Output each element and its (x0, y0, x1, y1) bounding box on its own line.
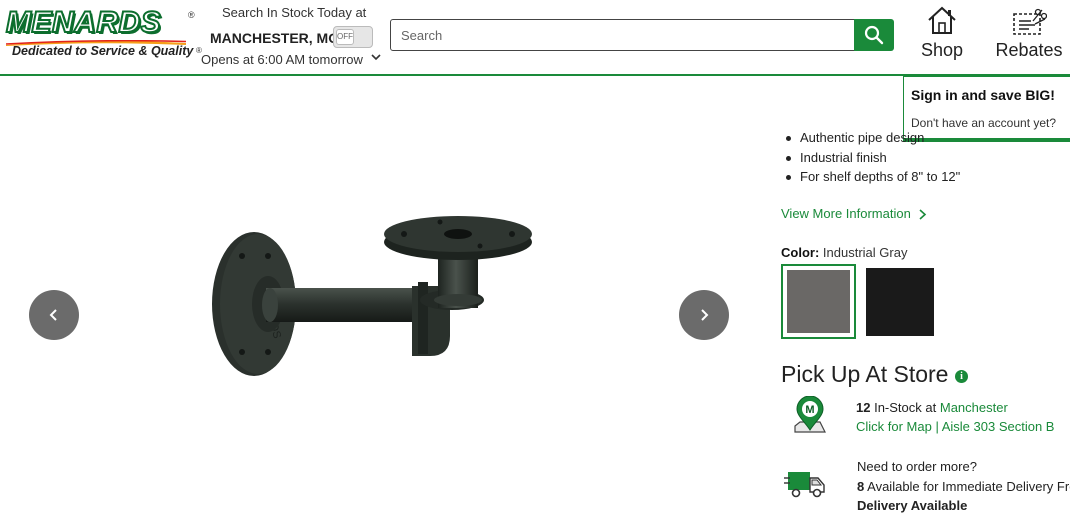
pickup-heading: Pick Up At Store (781, 361, 949, 387)
svg-text:M: M (805, 404, 814, 416)
in-stock-info: 12 In-Stock at Manchester (856, 400, 1008, 415)
toggle-state-label: OFF (336, 29, 354, 45)
delivery-available-label: Delivery Available (857, 498, 968, 513)
store-hours[interactable]: Opens at 6:00 AM tomorrow (201, 52, 363, 67)
store-selector-title: Search In Stock Today at (222, 5, 367, 20)
nav-rebates[interactable]: Rebates (994, 6, 1064, 66)
site-header: MENARDS ® Dedicated to Service & Quality… (0, 0, 1070, 76)
swatch-industrial-gray[interactable] (781, 264, 856, 339)
home-icon (928, 6, 956, 34)
store-selector[interactable]: Search In Stock Today at MANCHESTER, MO … (200, 4, 386, 72)
feature-item: Authentic pipe design (781, 128, 924, 148)
color-value: Industrial Gray (822, 245, 908, 260)
store-city[interactable]: MANCHESTER, MO (210, 30, 339, 46)
signin-popup-title[interactable]: Sign in and save BIG! (911, 87, 1055, 103)
search-input[interactable] (390, 19, 855, 51)
previous-image-button[interactable] (29, 290, 79, 340)
rebate-coupon-icon (1013, 8, 1047, 35)
create-account-prompt[interactable]: Don't have an account yet? (911, 116, 1056, 130)
stock-text: In-Stock at (874, 400, 937, 415)
search-button[interactable] (854, 19, 894, 51)
store-name-link[interactable]: Manchester (940, 400, 1008, 415)
nav-rebates-label: Rebates (995, 40, 1063, 60)
order-more-text: Need to order more? (857, 459, 977, 474)
product-features: Authentic pipe design Industrial finish … (781, 128, 960, 187)
delivery-count: 8 (857, 479, 865, 494)
logo-registered-mark: ® (188, 10, 195, 20)
chevron-right-icon (701, 309, 709, 321)
in-stock-toggle[interactable]: OFF (333, 26, 373, 48)
search-icon (864, 25, 884, 45)
delivery-truck-icon (784, 472, 825, 498)
delivery-count-text: Available for Immediate Delivery From (867, 479, 1070, 494)
stock-count: 12 (856, 400, 871, 415)
chevron-down-icon[interactable] (370, 51, 382, 63)
logo-tagline: Dedicated to Service & Quality (12, 44, 194, 58)
swatch-color (787, 270, 850, 333)
logo-wordmark: MENARDS (5, 5, 162, 40)
feature-item: Industrial finish (781, 148, 921, 168)
nav-shop[interactable]: Shop (918, 6, 966, 66)
delivery-availability: 8 Available for Immediate Delivery From (857, 479, 1070, 494)
menards-logo[interactable]: MENARDS ® Dedicated to Service & Quality… (5, 5, 202, 64)
info-icon[interactable]: i (955, 370, 968, 383)
product-image: MENARDS (212, 216, 532, 376)
color-label-key: Color: (781, 245, 820, 260)
chevron-right-icon[interactable] (918, 209, 927, 220)
map-aisle-link[interactable]: Click for Map | Aisle 303 Section B (856, 419, 1054, 434)
feature-item: For shelf depths of 8" to 12" (781, 167, 960, 187)
store-map-pin-icon: M (794, 396, 826, 433)
swatch-black[interactable] (866, 268, 934, 336)
next-image-button[interactable] (679, 290, 729, 340)
signin-popup[interactable]: Sign in and save BIG! Don't have an acco… (903, 76, 1070, 142)
color-selection-label: Color: Industrial Gray (781, 245, 907, 260)
view-more-information-link[interactable]: View More Information (781, 206, 911, 221)
nav-shop-label: Shop (920, 40, 964, 60)
chevron-left-icon (49, 309, 57, 321)
